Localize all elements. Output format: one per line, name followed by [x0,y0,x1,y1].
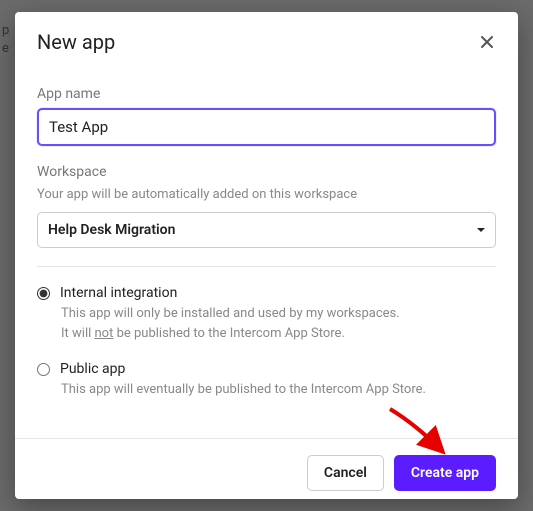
new-app-modal: New app App name Workspace Your app will… [15,12,518,499]
radio-public[interactable] [37,363,50,376]
modal-title: New app [37,30,115,54]
radio-internal-desc: This app will only be installed and used… [61,304,496,343]
modal-header: New app [15,12,518,64]
radio-internal[interactable] [37,287,50,300]
create-app-button[interactable]: Create app [394,455,496,491]
app-name-label: App name [37,86,496,102]
close-icon[interactable] [478,33,496,51]
divider [37,266,496,267]
workspace-hint: Your app will be automatically added on … [37,186,496,204]
option-public: Public app This app will eventually be p… [37,361,496,400]
workspace-select[interactable]: Help Desk Migration [37,212,496,248]
modal-footer: Cancel Create app [15,438,518,507]
chevron-down-icon [477,228,485,232]
workspace-label: Workspace [37,164,496,180]
cancel-button[interactable]: Cancel [307,455,384,491]
background-text: p e [0,22,9,58]
modal-body: App name Workspace Your app will be auto… [15,64,518,438]
radio-internal-label[interactable]: Internal integration [60,285,177,301]
workspace-selected-value: Help Desk Migration [48,222,175,238]
radio-public-label[interactable]: Public app [60,361,125,377]
option-internal: Internal integration This app will only … [37,285,496,343]
radio-public-desc: This app will eventually be published to… [61,380,496,400]
app-name-input[interactable] [37,108,496,146]
